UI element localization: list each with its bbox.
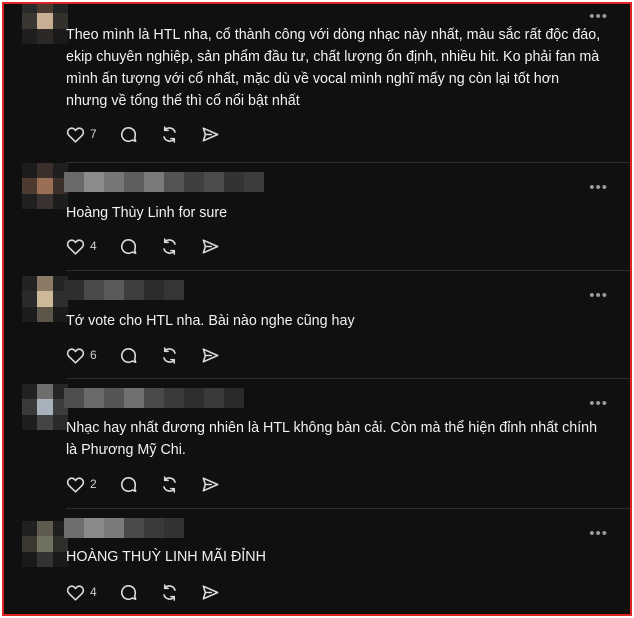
share-button[interactable] bbox=[201, 583, 220, 602]
like-count: 4 bbox=[90, 585, 97, 599]
comment-bubble-icon bbox=[120, 238, 137, 254]
like-button[interactable]: 2 bbox=[66, 476, 97, 493]
comment-item: ••• HOÀNG THUỲ LINH MÃI ĐỈNH 4 bbox=[4, 509, 630, 614]
comment-text: Theo mình là HTL nha, cổ thành công với … bbox=[66, 27, 601, 109]
username-blurred[interactable] bbox=[64, 172, 264, 192]
comment-actions: 4 bbox=[66, 236, 242, 256]
send-icon bbox=[202, 126, 219, 142]
username-blurred[interactable] bbox=[64, 388, 244, 408]
avatar[interactable] bbox=[22, 163, 68, 209]
heart-icon bbox=[66, 347, 85, 364]
comment-actions: 7 bbox=[66, 124, 242, 144]
more-horizontal-icon: ••• bbox=[589, 287, 608, 304]
share-button[interactable] bbox=[201, 475, 220, 494]
reply-button[interactable] bbox=[119, 475, 138, 494]
send-icon bbox=[202, 476, 219, 492]
send-icon bbox=[202, 347, 219, 363]
share-button[interactable] bbox=[201, 237, 220, 256]
avatar[interactable] bbox=[22, 521, 68, 567]
like-count: 7 bbox=[90, 127, 97, 141]
repost-icon bbox=[162, 475, 176, 493]
reply-button[interactable] bbox=[119, 237, 138, 256]
more-horizontal-icon: ••• bbox=[589, 525, 608, 542]
more-horizontal-icon: ••• bbox=[589, 8, 608, 25]
comment-bubble-icon bbox=[120, 584, 137, 600]
comment-item: ••• Nhạc hay nhất đương nhiên là HTL khô… bbox=[4, 379, 630, 509]
more-horizontal-icon: ••• bbox=[589, 395, 608, 412]
more-options-button[interactable]: ••• bbox=[589, 288, 608, 303]
repost-icon bbox=[162, 237, 176, 255]
avatar[interactable] bbox=[22, 276, 68, 322]
comment-text: Hoàng Thùy Linh for sure bbox=[66, 205, 228, 221]
repost-button[interactable] bbox=[160, 583, 179, 602]
reply-button[interactable] bbox=[119, 583, 138, 602]
repost-button[interactable] bbox=[160, 475, 179, 494]
repost-icon bbox=[162, 583, 176, 601]
comment-bubble-icon bbox=[120, 476, 137, 492]
more-options-button[interactable]: ••• bbox=[589, 9, 608, 24]
like-button[interactable]: 7 bbox=[66, 126, 97, 143]
heart-icon bbox=[66, 476, 85, 493]
more-horizontal-icon: ••• bbox=[589, 179, 608, 196]
repost-button[interactable] bbox=[160, 125, 179, 144]
more-options-button[interactable]: ••• bbox=[589, 180, 608, 195]
comment-actions: 4 bbox=[66, 582, 242, 602]
like-button[interactable]: 4 bbox=[66, 238, 97, 255]
like-count: 6 bbox=[90, 348, 97, 362]
more-options-button[interactable]: ••• bbox=[589, 396, 608, 411]
heart-icon bbox=[66, 126, 85, 143]
comment-text: Tớ vote cho HTL nha. Bài nào nghe cũng h… bbox=[66, 313, 355, 329]
username-blurred[interactable] bbox=[64, 518, 184, 538]
heart-icon bbox=[66, 584, 85, 601]
like-button[interactable]: 6 bbox=[66, 347, 97, 364]
comment-actions: 6 bbox=[66, 345, 242, 365]
repost-icon bbox=[162, 125, 176, 143]
like-count: 2 bbox=[90, 477, 97, 491]
comment-bubble-icon bbox=[120, 126, 137, 142]
avatar[interactable] bbox=[22, 4, 68, 44]
username-blurred[interactable] bbox=[64, 280, 184, 300]
comment-text: Nhạc hay nhất đương nhiên là HTL không b… bbox=[66, 420, 598, 458]
repost-icon bbox=[162, 346, 176, 364]
send-icon bbox=[202, 238, 219, 254]
repost-button[interactable] bbox=[160, 237, 179, 256]
comment-bubble-icon bbox=[120, 347, 137, 363]
comment-item: ••• Theo mình là HTL nha, cổ thành công … bbox=[4, 4, 630, 162]
comment-text: HOÀNG THUỲ LINH MÃI ĐỈNH bbox=[66, 549, 266, 565]
like-button[interactable]: 4 bbox=[66, 584, 97, 601]
heart-icon bbox=[66, 238, 85, 255]
comment-item: ••• Hoàng Thùy Linh for sure 4 bbox=[4, 163, 630, 271]
send-icon bbox=[202, 584, 219, 600]
share-button[interactable] bbox=[201, 125, 220, 144]
repost-button[interactable] bbox=[160, 346, 179, 365]
reply-button[interactable] bbox=[119, 125, 138, 144]
share-button[interactable] bbox=[201, 346, 220, 365]
comment-actions: 2 bbox=[66, 474, 242, 494]
more-options-button[interactable]: ••• bbox=[589, 526, 608, 541]
comment-item: ••• Tớ vote cho HTL nha. Bài nào nghe cũ… bbox=[4, 271, 630, 379]
comments-panel: ••• Theo mình là HTL nha, cổ thành công … bbox=[2, 2, 632, 616]
like-count: 4 bbox=[90, 239, 97, 253]
reply-button[interactable] bbox=[119, 346, 138, 365]
avatar[interactable] bbox=[22, 384, 68, 430]
